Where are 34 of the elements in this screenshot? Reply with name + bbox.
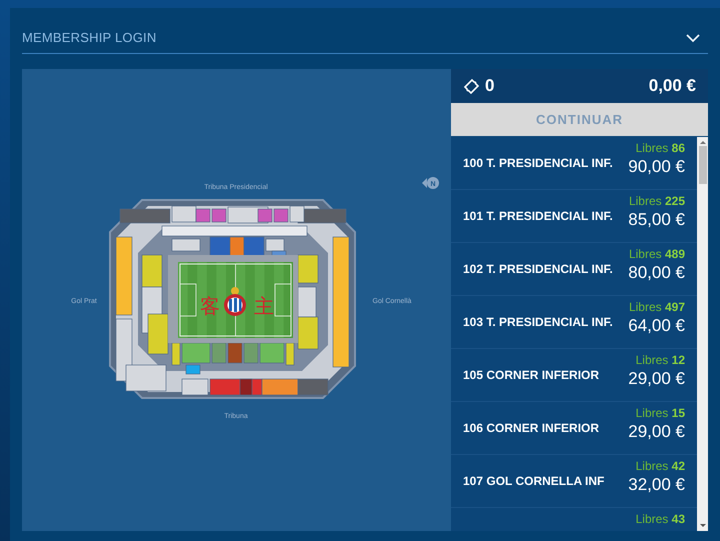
sector-price: 64,00 €: [628, 316, 685, 336]
sector-price: 90,00 €: [628, 157, 685, 177]
availability-text: Libres 43: [636, 512, 685, 526]
sector-name: 103 T. PRESIDENCIAL INF.: [463, 315, 613, 329]
availability-text: Libres 42: [636, 459, 685, 473]
sector-name: 100 T. PRESIDENCIAL INF.: [463, 156, 613, 170]
sector-price: 80,00 €: [628, 263, 685, 283]
sector-name: 106 CORNER INFERIOR: [463, 421, 600, 435]
scroll-down-icon[interactable]: [700, 524, 706, 527]
availability-text: Libres 15: [636, 406, 685, 420]
total-price: 0,00 €: [648, 76, 696, 96]
striped-crest-icon: [224, 287, 246, 316]
availability-text: Libres 86: [636, 141, 685, 155]
membership-login-title: MEMBERSHIP LOGIN: [22, 29, 156, 45]
home-side-mark: 主: [254, 294, 274, 318]
sector-price: 32,00 €: [628, 475, 685, 495]
stadium-drawing[interactable]: [109, 199, 356, 399]
sector-price: 85,00 €: [628, 210, 685, 230]
sector-price: 29,00 €: [628, 422, 685, 442]
availability-text: Libres 497: [628, 300, 685, 314]
sector-price: 29,00 €: [628, 369, 685, 389]
availability-text: Libres 489: [628, 247, 685, 261]
sector-name: 107 GOL CORNELLA INF: [463, 474, 604, 488]
availability-text: Libres 12: [636, 353, 685, 367]
sector-name: 102 T. PRESIDENCIAL INF.: [463, 262, 613, 276]
away-side-mark: 客: [200, 294, 220, 318]
chevron-icon[interactable]: [686, 32, 700, 42]
ticket-icon: [463, 78, 481, 94]
sector-name: 101 T. PRESIDENCIAL INF.: [463, 209, 613, 223]
sector-name: 105 CORNER INFERIOR: [463, 368, 600, 382]
availability-text: Libres 225: [628, 194, 685, 208]
scrollbar-thumb[interactable]: [698, 146, 706, 184]
scrollbar[interactable]: [697, 137, 708, 531]
ticket-count: 0: [485, 76, 494, 96]
